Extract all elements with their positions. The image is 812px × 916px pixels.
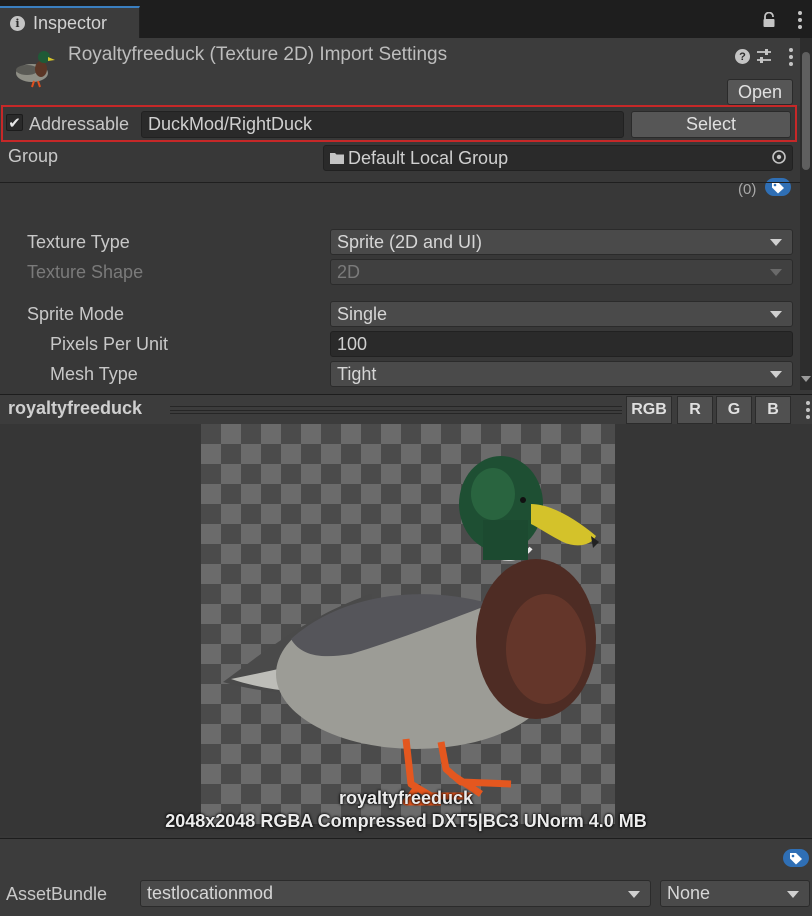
chevron-down-icon xyxy=(770,269,782,276)
preview-caption-name: royaltyfreeduck xyxy=(338,788,474,808)
select-button[interactable]: Select xyxy=(631,111,791,138)
pixels-per-unit-label: Pixels Per Unit xyxy=(50,334,169,354)
kebab-menu-icon[interactable] xyxy=(798,11,802,29)
asset-bundle-variant-dropdown[interactable]: None xyxy=(660,880,810,907)
sprite-mode-label: Sprite Mode xyxy=(27,304,125,324)
section-divider xyxy=(0,182,800,183)
asset-bundle-variant-value: None xyxy=(667,883,711,903)
info-icon: i xyxy=(10,15,25,31)
scroll-down-arrow-icon[interactable] xyxy=(801,376,811,382)
preview-title: royaltyfreeduck xyxy=(8,398,143,418)
preview-kebab-menu-icon[interactable] xyxy=(806,401,810,419)
inspector-tab[interactable]: i Inspector xyxy=(0,6,140,38)
help-icon[interactable]: ? xyxy=(735,49,750,64)
chevron-down-icon xyxy=(787,890,799,898)
lock-icon[interactable] xyxy=(762,12,776,28)
texture-shape-dropdown: 2D xyxy=(330,259,793,285)
sprite-mode-value: Single xyxy=(337,303,388,324)
addressable-label: Addressable xyxy=(29,114,130,134)
open-button[interactable]: Open xyxy=(727,79,793,105)
texture-type-value: Sprite (2D and UI) xyxy=(337,231,483,252)
preview-resize-grip[interactable] xyxy=(170,406,622,414)
inspector-tab-label: Inspector xyxy=(33,12,108,33)
mesh-type-value: Tight xyxy=(337,363,377,384)
channel-rgb-button[interactable]: RGB xyxy=(626,396,672,424)
labels-count: (0) xyxy=(738,181,757,198)
chevron-down-icon xyxy=(770,311,782,318)
mesh-type-label: Mesh Type xyxy=(50,364,138,384)
addressable-checkbox[interactable]: ✔ xyxy=(6,114,23,132)
texture-type-dropdown[interactable]: Sprite (2D and UI) xyxy=(330,229,793,255)
group-object-field[interactable]: Default Local Group xyxy=(323,145,793,171)
channel-r-button[interactable]: R xyxy=(677,396,713,424)
sliders-icon[interactable] xyxy=(756,48,772,64)
group-label: Group xyxy=(8,146,59,166)
asset-bundle-label: AssetBundle xyxy=(6,884,108,904)
sprite-mode-dropdown[interactable]: Single xyxy=(330,301,793,327)
channel-g-button[interactable]: G xyxy=(716,396,752,424)
duck-thumbnail-icon xyxy=(16,51,55,88)
chevron-down-icon xyxy=(770,371,782,378)
pixels-per-unit-input[interactable]: 100 xyxy=(330,331,793,357)
asset-labels-tag-button[interactable] xyxy=(783,849,809,867)
chevron-down-icon xyxy=(770,239,782,246)
scrollbar-thumb[interactable] xyxy=(802,52,810,170)
texture-shape-label: Texture Shape xyxy=(27,262,144,282)
asset-bundle-value: testlocationmod xyxy=(147,883,274,903)
chevron-down-icon xyxy=(628,890,640,898)
folder-icon xyxy=(330,153,344,164)
checkmark-icon: ✔ xyxy=(8,114,21,132)
labels-tag-button[interactable] xyxy=(765,178,791,196)
texture-shape-value: 2D xyxy=(337,261,361,282)
preview-caption-info: 2048x2048 RGBA Compressed DXT5|BC3 UNorm… xyxy=(165,811,647,831)
address-input[interactable]: DuckMod/RightDuck xyxy=(141,111,624,138)
texture-type-label: Texture Type xyxy=(27,232,130,252)
tag-icon xyxy=(790,852,802,864)
mesh-type-dropdown[interactable]: Tight xyxy=(330,361,793,387)
duck-preview-image xyxy=(223,456,599,806)
asset-bundle-dropdown[interactable]: testlocationmod xyxy=(140,880,651,907)
group-value: Default Local Group xyxy=(348,147,509,168)
object-picker-icon[interactable] xyxy=(771,149,787,165)
header-kebab-menu-icon[interactable] xyxy=(789,48,793,66)
channel-b-button[interactable]: B xyxy=(755,396,791,424)
page-title: Royaltyfreeduck (Texture 2D) Import Sett… xyxy=(68,44,448,65)
